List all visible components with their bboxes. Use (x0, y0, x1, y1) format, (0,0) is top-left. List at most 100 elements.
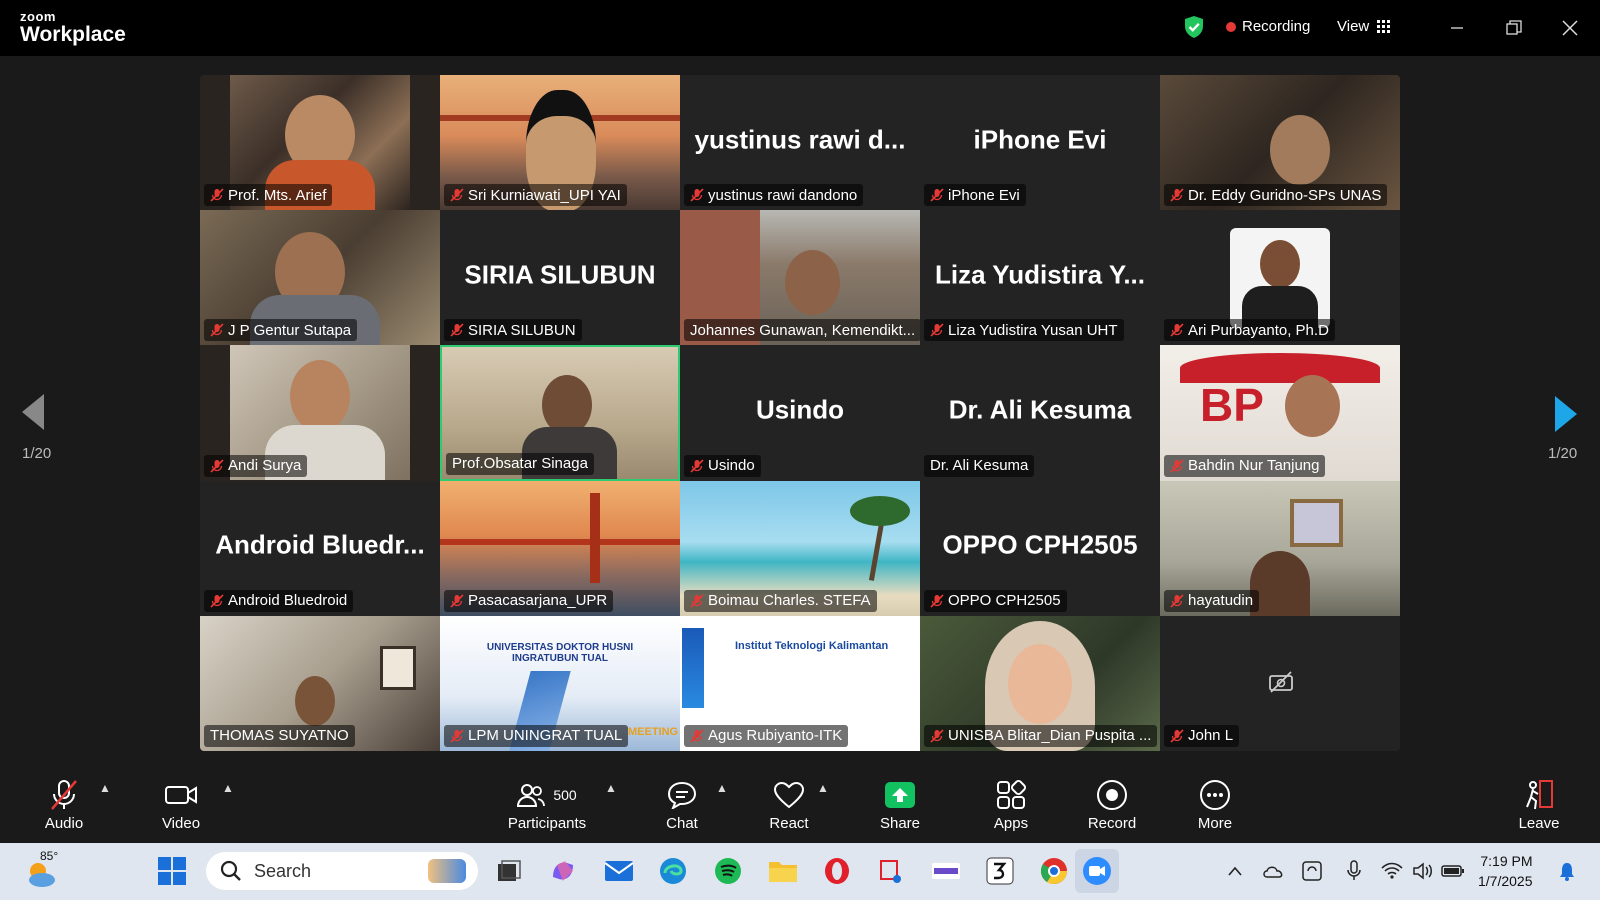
video-off-icon (1269, 671, 1293, 693)
participant-tile[interactable]: Institut Teknologi Kalimantan Agus Rubiy… (680, 615, 920, 751)
spotify-button[interactable] (712, 855, 744, 887)
participant-tile[interactable]: Boimau Charles. STEFA (680, 480, 920, 616)
participant-tile[interactable]: Sri Kurniawati_UPI YAI (440, 75, 680, 211)
restore-button[interactable] (1500, 14, 1528, 42)
participant-tile[interactable]: Andi Surya (200, 345, 440, 481)
participant-tile[interactable]: Prof. Mts. Arief (200, 75, 440, 211)
record-icon (1097, 780, 1127, 810)
apps-icon (997, 779, 1027, 809)
participant-tile[interactable]: UNIVERSITAS DOKTOR HUSNI INGRATUBUN TUAL… (440, 615, 680, 751)
taskbar-clock[interactable]: 7:19 PM 1/7/2025 (1478, 851, 1533, 891)
participant-name-label: Dr. Ali Kesuma (924, 454, 1035, 477)
snipping-tool-button[interactable] (875, 855, 907, 887)
muted-mic-icon (930, 594, 944, 608)
participant-tile[interactable]: Dr. Eddy Guridno-SPs UNAS (1160, 75, 1400, 211)
shield-icon[interactable] (1183, 15, 1205, 39)
view-button[interactable]: View (1337, 18, 1391, 35)
participant-tile[interactable]: yustinus rawi d... yustinus rawi dandono (680, 75, 920, 211)
sync-icon (1302, 861, 1322, 881)
video-camera-icon (165, 786, 197, 804)
task-view-button[interactable] (493, 855, 525, 887)
participant-tile[interactable]: SIRIA SILUBUN SIRIA SILUBUN (440, 210, 680, 346)
mail-button[interactable] (603, 855, 635, 887)
leave-button[interactable]: Leave (1515, 765, 1563, 832)
share-button[interactable]: Share (877, 765, 923, 832)
more-button[interactable]: More (1191, 765, 1239, 832)
participant-tile[interactable]: iPhone Evi iPhone Evi (920, 75, 1160, 211)
participant-tile-active-speaker[interactable]: Prof.Obsatar Sinaga (440, 345, 680, 481)
participant-tile[interactable]: Dr. Ali Kesuma Dr. Ali Kesuma (920, 345, 1160, 481)
volume-button[interactable] (1407, 855, 1439, 887)
participants-icon (517, 784, 546, 807)
microphone-tray-button[interactable] (1338, 855, 1370, 887)
participants-options-caret-icon[interactable]: ▲ (605, 781, 617, 795)
participant-tile[interactable]: Pasacasarjana_UPR (440, 480, 680, 616)
copilot-button[interactable] (547, 855, 579, 887)
app-three-icon (986, 857, 1014, 885)
notifications-button[interactable] (1551, 855, 1583, 887)
chrome-button[interactable] (1038, 855, 1070, 887)
participant-tile[interactable]: John L (1160, 615, 1400, 751)
react-options-caret-icon[interactable]: ▲ (817, 781, 829, 795)
participants-button[interactable]: 500 Participants (504, 765, 590, 832)
minimize-button[interactable] (1443, 14, 1471, 42)
app-three-button[interactable] (984, 855, 1016, 887)
taskbar-search-box[interactable]: Search (206, 852, 478, 890)
participant-tile[interactable]: OPPO CPH2505 OPPO CPH2505 (920, 480, 1160, 616)
opera-button[interactable] (821, 855, 853, 887)
sync-button[interactable] (1296, 855, 1328, 887)
muted-mic-icon (690, 594, 704, 608)
participant-tile[interactable]: BP Bahdin Nur Tanjung (1160, 345, 1400, 481)
participant-name-label: LPM UNINGRAT TUAL (444, 724, 629, 747)
participant-tile[interactable]: UNISBA Blitar_Dian Puspita ... (920, 615, 1160, 751)
participant-tile[interactable]: J P Gentur Sutapa (200, 210, 440, 346)
participant-tile[interactable]: Android Bluedr... Android Bluedroid (200, 480, 440, 616)
participant-tile[interactable]: Liza Yudistira Y... Liza Yudistira Yusan… (920, 210, 1160, 346)
audio-options-caret-icon[interactable]: ▲ (99, 781, 111, 795)
participant-name-label: Android Bluedroid (204, 589, 354, 612)
edge-browser-button[interactable] (657, 855, 689, 887)
participant-name-label: Andi Surya (204, 454, 308, 477)
participant-name-label: Boimau Charles. STEFA (684, 589, 877, 612)
video-button[interactable]: Video (155, 765, 207, 832)
muted-mic-icon (450, 188, 464, 202)
video-feed (1270, 115, 1330, 185)
muted-mic-icon (210, 458, 224, 473)
start-button[interactable] (156, 855, 188, 887)
zoom-app-button[interactable] (1075, 849, 1119, 893)
recording-indicator[interactable]: Recording (1226, 18, 1310, 35)
show-hidden-icons-button[interactable] (1219, 855, 1251, 887)
record-button[interactable]: Record (1086, 765, 1138, 832)
battery-button[interactable] (1437, 855, 1469, 887)
video-options-caret-icon[interactable]: ▲ (222, 781, 234, 795)
speaker-icon (1413, 862, 1432, 880)
kampus-merdeka-button[interactable] (930, 855, 962, 887)
weather-widget[interactable]: 85° (24, 849, 64, 891)
file-explorer-button[interactable] (767, 855, 799, 887)
participant-display-name: OPPO CPH2505 (942, 529, 1138, 560)
opera-icon (825, 858, 849, 884)
participant-name-label: UNISBA Blitar_Dian Puspita ... (924, 724, 1158, 747)
next-page-arrow-icon[interactable] (1555, 396, 1577, 432)
chat-options-caret-icon[interactable]: ▲ (716, 781, 728, 795)
participant-tile[interactable]: Usindo Usindo (680, 345, 920, 481)
muted-mic-icon (690, 729, 704, 743)
apps-button[interactable]: Apps (988, 765, 1034, 832)
participant-tile[interactable]: Ari Purbayanto, Ph.D (1160, 210, 1400, 346)
chat-button[interactable]: Chat (660, 765, 704, 832)
virtual-background-logo: BP (1180, 353, 1380, 443)
react-button[interactable]: React (766, 765, 812, 832)
participant-tile[interactable]: Johannes Gunawan, Kemendikt... (680, 210, 920, 346)
wifi-button[interactable] (1376, 855, 1408, 887)
participant-tile[interactable]: hayatudin (1160, 480, 1400, 616)
previous-page-arrow-icon[interactable] (22, 394, 44, 430)
muted-mic-icon (1170, 188, 1184, 202)
wifi-icon (1381, 862, 1403, 879)
bell-icon (1560, 863, 1574, 881)
close-button[interactable] (1556, 14, 1584, 42)
close-icon (1562, 20, 1578, 36)
audio-button[interactable]: Audio (38, 765, 90, 832)
participant-tile[interactable]: THOMAS SUYATNO (200, 615, 440, 751)
onedrive-button[interactable] (1258, 855, 1290, 887)
participant-display-name: Liza Yudistira Y... (934, 259, 1146, 290)
